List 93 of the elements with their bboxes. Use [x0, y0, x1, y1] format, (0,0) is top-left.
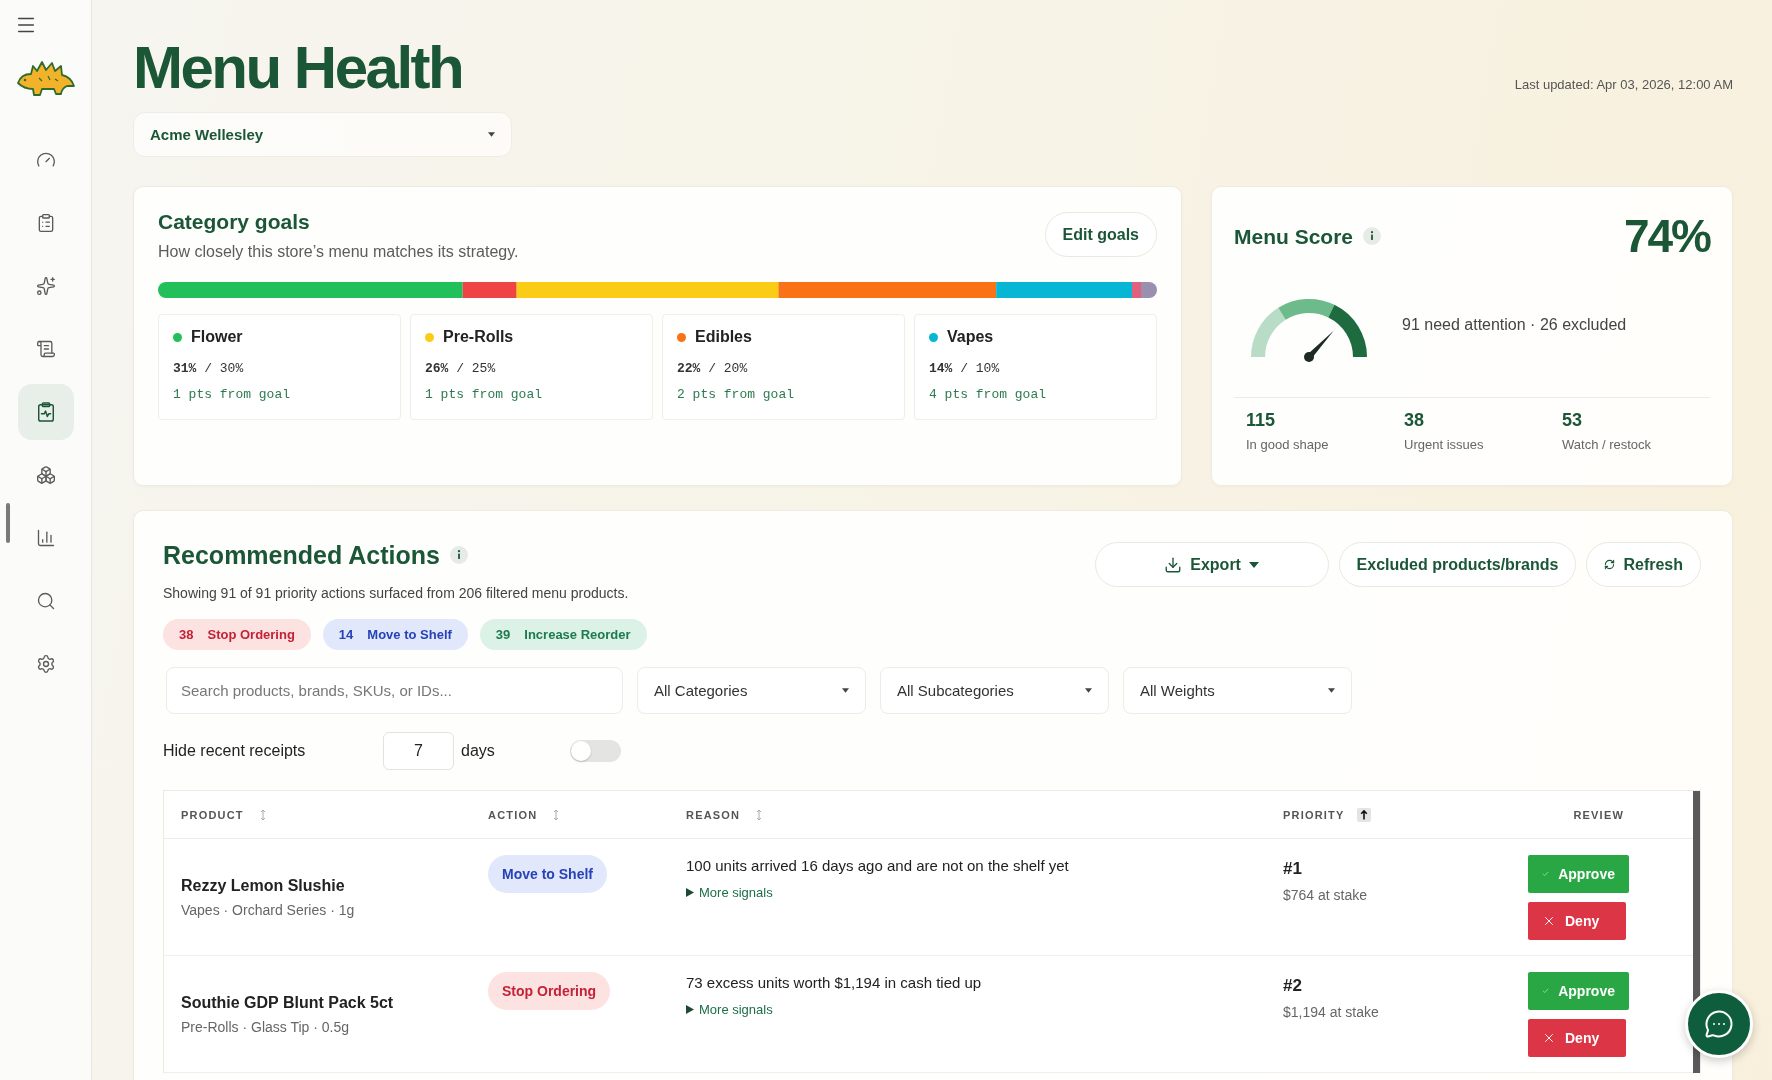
clipboard-pulse-icon: [35, 402, 56, 422]
caret-icon: [488, 132, 495, 137]
export-button[interactable]: Export: [1094, 542, 1329, 587]
category-gap: 2 pts from goal: [677, 387, 796, 402]
close-icon: [1542, 914, 1556, 928]
column-header: REVIEW: [1573, 808, 1624, 821]
column-header[interactable]: PRODUCT: [181, 808, 244, 821]
info-icon[interactable]: [449, 546, 468, 564]
category-name: Pre-Rolls: [443, 328, 514, 346]
stat-value: 38: [1404, 410, 1426, 431]
category-ratio: 31% / 30%: [173, 361, 245, 376]
refresh-button[interactable]: Refresh: [1586, 542, 1701, 587]
category-ratio: 14% / 10%: [929, 361, 1001, 376]
at-stake-amount: $764 at stake: [1283, 887, 1369, 903]
category-name: Edibles: [695, 328, 752, 346]
category-name: Vapes: [947, 328, 994, 346]
column-header[interactable]: REASON: [686, 808, 741, 821]
settings-icon: [35, 654, 56, 674]
boxes-icon: [35, 465, 56, 485]
bar-chart-icon: [35, 528, 56, 548]
toggle-switch[interactable]: [569, 740, 621, 762]
filter-select[interactable]: All Subcategories: [880, 667, 1109, 714]
bar: [996, 282, 1133, 298]
page-title: Menu Health: [133, 38, 464, 98]
info-icon[interactable]: [1363, 227, 1382, 245]
caret-icon: [1085, 688, 1092, 693]
sidebar-item[interactable]: [17, 384, 74, 440]
category-gap: 1 pts from goal: [173, 387, 292, 402]
stat-value: 115: [1246, 410, 1277, 431]
bar: [516, 282, 779, 298]
priority-rank: #1: [1283, 859, 1303, 879]
filter-select[interactable]: All Weights: [1123, 667, 1352, 714]
bar: [462, 282, 517, 298]
chat-icon: [1704, 1009, 1734, 1039]
stat-label: Urgent issues: [1404, 437, 1485, 452]
caret-icon: [1328, 688, 1335, 693]
search-field[interactable]: Search products, brands, SKUs, or IDs...: [166, 667, 623, 714]
product-details: Vapes · Orchard Series · 1g: [181, 902, 356, 918]
stat-label: In good shape: [1246, 437, 1330, 452]
card-title: Menu Score: [1234, 223, 1354, 249]
action-filter-pill[interactable]: 39 Increase Reorder: [479, 619, 647, 650]
dinosaur-logo: [14, 58, 77, 98]
hide-receipts-label: Hide recent receipts: [163, 742, 307, 760]
column-header[interactable]: PRIORITY: [1283, 808, 1345, 821]
edit-goals-button[interactable]: Edit goals: [1044, 212, 1157, 257]
days-input[interactable]: 7: [383, 732, 454, 770]
section-subtitle: Showing 91 of 91 priority actions surfaced from 206 filtered menu products.: [163, 585, 630, 601]
sparkles-icon: [35, 276, 56, 296]
bar: [158, 282, 463, 298]
bar: [1132, 282, 1142, 298]
sort-ascending-icon[interactable]: [1356, 807, 1371, 822]
refresh-icon: [1604, 559, 1616, 570]
bar: [778, 282, 997, 298]
at-stake-amount: $1,194 at stake: [1283, 1004, 1380, 1020]
store-select[interactable]: Acme Wellesley: [133, 112, 512, 157]
close-icon: [1542, 1031, 1556, 1045]
caret-icon: [1248, 561, 1259, 568]
card-title: Category goals: [158, 209, 311, 234]
stat-value: 53: [1562, 410, 1584, 431]
download-icon: [1164, 555, 1183, 574]
last-updated: Last updated: Apr 03, 2026, 12:00 AM: [1514, 77, 1733, 92]
action-tag: Move to Shelf: [488, 855, 607, 893]
deny-button[interactable]: Deny: [1528, 1019, 1626, 1057]
action-filter-pill[interactable]: 38 Stop Ordering: [163, 619, 311, 650]
filter-select[interactable]: All Categories: [637, 667, 866, 714]
column-header[interactable]: ACTION: [488, 808, 538, 821]
category-gap: 1 pts from goal: [425, 387, 544, 402]
scrollbar-thumb[interactable]: [6, 503, 10, 543]
action-tag: Stop Ordering: [488, 972, 611, 1010]
product-name: Southie GDP Blunt Pack 5ct: [181, 994, 395, 1012]
priority-rank: #2: [1283, 976, 1303, 996]
days-unit: days: [461, 742, 495, 760]
deny-button[interactable]: Deny: [1528, 902, 1626, 940]
caret-icon: [842, 688, 849, 693]
action-filter-pill[interactable]: 14 Move to Shelf: [322, 619, 468, 650]
excluded-button[interactable]: Excluded products/brands: [1338, 542, 1577, 587]
product-details: Pre-Rolls · Glass Tip · 0.5g: [181, 1019, 351, 1035]
category-gap: 4 pts from goal: [929, 387, 1048, 402]
category-ratio: 26% / 25%: [425, 361, 497, 376]
card-subtitle: How closely this store’s menu matches its strategy.: [158, 243, 519, 261]
more-signals-link[interactable]: More signals: [686, 1002, 773, 1017]
score-summary: 91 need attention · 26 excluded: [1402, 316, 1627, 334]
category-ratio: 22% / 20%: [677, 361, 749, 376]
product-name: Rezzy Lemon Slushie: [181, 877, 346, 895]
stat-label: Watch / restock: [1562, 437, 1653, 452]
reason-text: 73 excess units worth $1,194 in cash tied up: [686, 974, 983, 991]
search-icon: [35, 591, 56, 611]
score-value: 74%: [1623, 213, 1710, 259]
section-title: Recommended Actions: [163, 541, 440, 569]
reason-text: 100 units arrived 16 days ago and are not on the shelf yet: [686, 857, 1070, 874]
more-signals-link[interactable]: More signals: [686, 885, 773, 900]
category-name: Flower: [191, 328, 243, 346]
scroll-icon: [35, 339, 56, 359]
